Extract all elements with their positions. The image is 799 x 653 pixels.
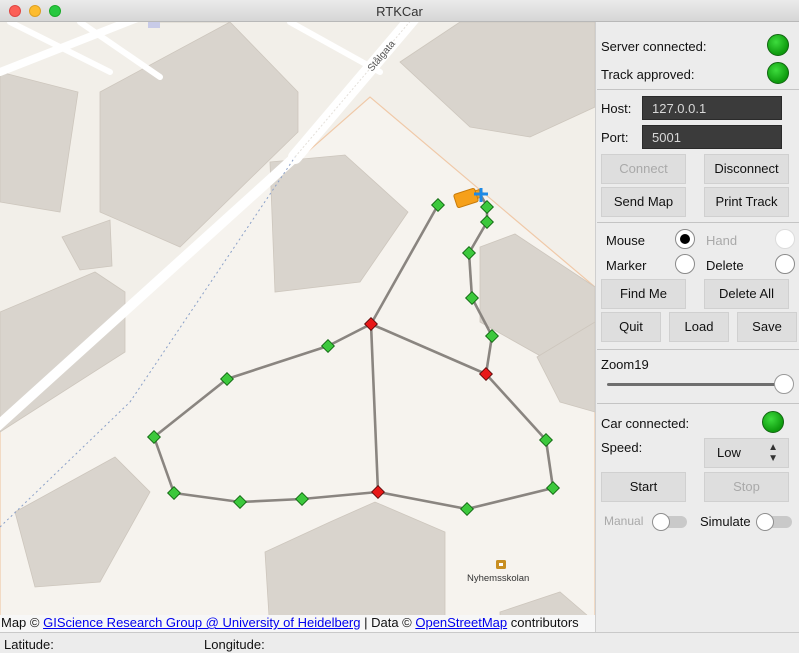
start-button[interactable]: Start xyxy=(601,472,686,502)
simulate-switch-knob[interactable] xyxy=(756,513,774,531)
marker-label: Marker xyxy=(606,258,647,273)
title-bar: RTKCar xyxy=(0,0,799,22)
track-approved-label: Track approved: xyxy=(601,67,695,82)
port-input[interactable]: 5001 xyxy=(642,125,782,149)
server-connected-label: Server connected: xyxy=(601,39,707,54)
speed-value: Low xyxy=(717,445,741,460)
host-input[interactable]: 127.0.0.1 xyxy=(642,96,782,120)
track-status-led xyxy=(767,62,789,84)
latitude-label: Latitude: xyxy=(4,637,54,652)
status-bar: Latitude: Longitude: xyxy=(0,632,799,653)
send-map-button[interactable]: Send Map xyxy=(601,187,686,217)
attribution-suffix: contributors xyxy=(507,615,579,630)
openstreetmap-link[interactable]: OpenStreetMap xyxy=(415,615,507,630)
host-label: Host: xyxy=(601,101,632,116)
manual-switch-knob[interactable] xyxy=(652,513,670,531)
divider xyxy=(597,222,799,223)
marker-radio[interactable] xyxy=(675,254,695,274)
quit-button[interactable]: Quit xyxy=(601,312,661,342)
car-connected-label: Car connected: xyxy=(601,416,690,431)
find-me-button[interactable]: Find Me xyxy=(601,279,686,309)
simulate-label: Simulate xyxy=(700,514,751,529)
hand-label: Hand xyxy=(706,233,738,248)
server-status-led xyxy=(767,34,789,56)
zoom-slider-handle[interactable] xyxy=(774,374,794,394)
attribution-middle: | Data © xyxy=(360,615,416,630)
port-label: Port: xyxy=(601,130,629,145)
up-down-arrows-icon: ▲ ▼ xyxy=(768,442,778,464)
poi-label: Nyhemsskolan xyxy=(467,573,529,584)
control-panel: Server connected: Track approved: Host: … xyxy=(595,22,799,632)
zoom-slider-track[interactable] xyxy=(607,383,782,386)
longitude-label: Longitude: xyxy=(204,637,265,652)
print-track-button[interactable]: Print Track xyxy=(704,187,789,217)
save-button[interactable]: Save xyxy=(737,312,797,342)
delete-label: Delete xyxy=(706,258,744,273)
divider xyxy=(597,403,799,404)
window-title: RTKCar xyxy=(376,4,423,19)
speed-label: Speed: xyxy=(601,440,643,455)
stop-button[interactable]: Stop xyxy=(704,472,789,502)
attribution-prefix: Map © xyxy=(1,615,44,630)
mouse-label: Mouse xyxy=(606,233,646,248)
map-canvas[interactable]: Stålgata Nyhemsskolan xyxy=(0,22,595,632)
load-button[interactable]: Load xyxy=(669,312,729,342)
map-view[interactable]: Stålgata Nyhemsskolan xyxy=(0,22,595,632)
zoom-label: Zoom19 xyxy=(601,357,649,372)
manual-label: Manual xyxy=(604,514,644,528)
speed-selector[interactable]: Low ▲ ▼ xyxy=(704,438,789,468)
divider xyxy=(597,89,799,90)
disconnect-button[interactable]: Disconnect xyxy=(704,154,789,184)
divider xyxy=(597,349,799,350)
delete-radio[interactable] xyxy=(775,254,795,274)
car-status-led xyxy=(762,411,784,433)
hand-radio[interactable] xyxy=(775,229,795,249)
giscience-link[interactable]: GIScience Research Group @ University of… xyxy=(43,615,360,630)
connect-button[interactable]: Connect xyxy=(601,154,686,184)
mouse-radio[interactable] xyxy=(675,229,695,249)
delete-all-button[interactable]: Delete All xyxy=(704,279,789,309)
map-attribution: Map © GIScience Research Group @ Univers… xyxy=(0,615,595,632)
